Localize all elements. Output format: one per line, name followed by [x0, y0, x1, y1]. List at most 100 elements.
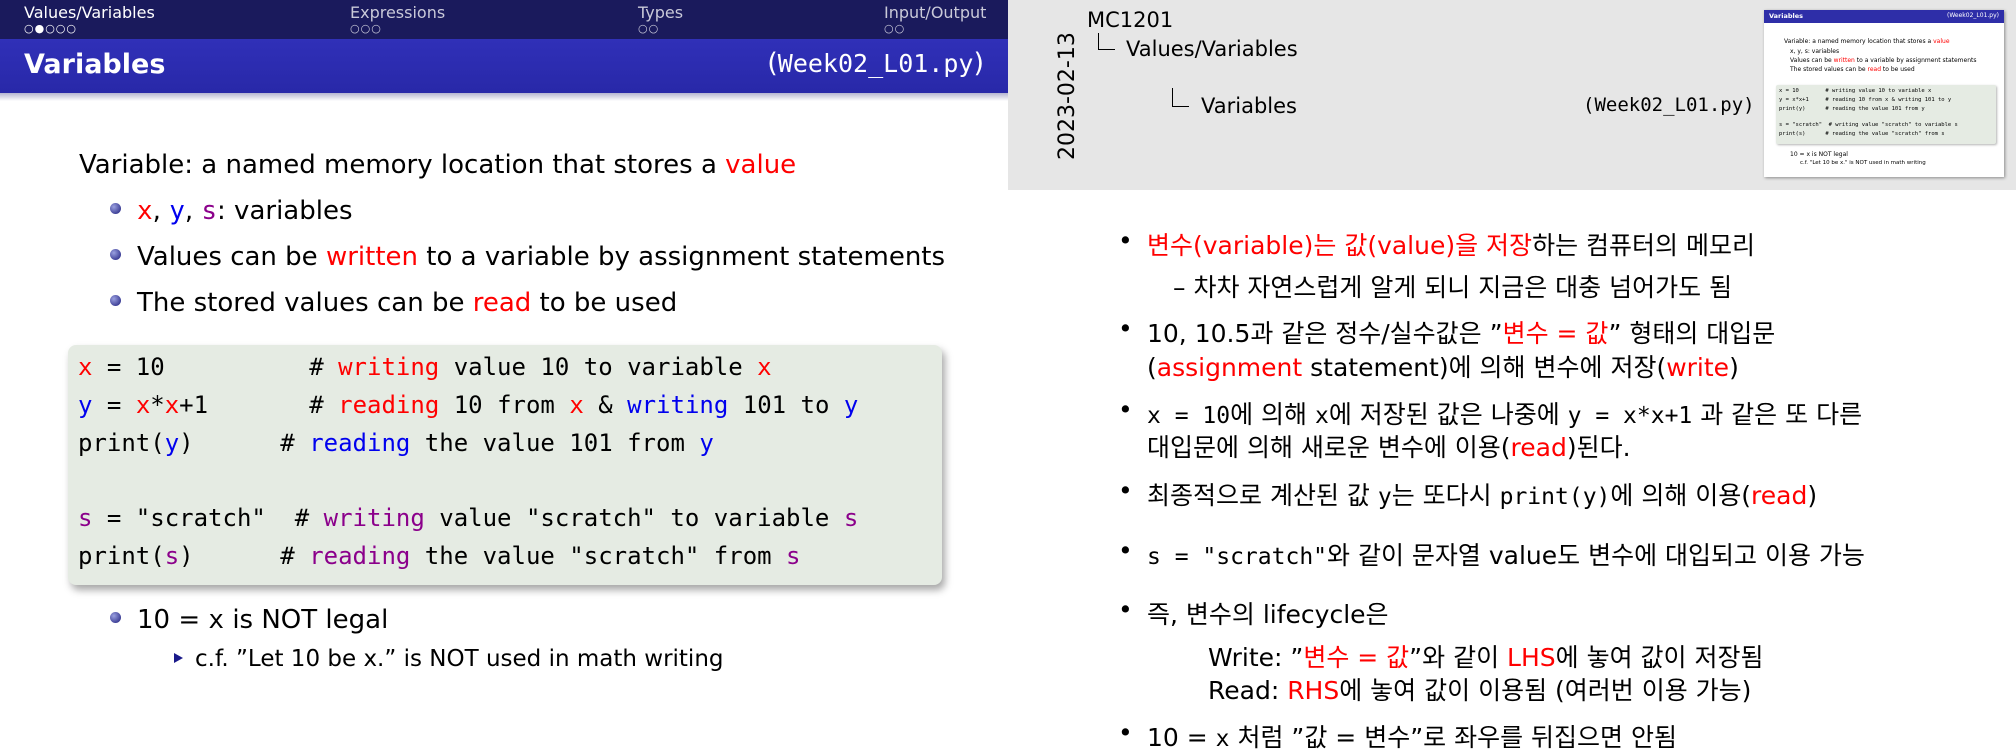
- thumbnail-text: Values can be: [1790, 57, 1834, 64]
- note-1: 변수(variable)는 값(value)을 저장하는 컴퓨터의 메모리: [1147, 226, 1755, 262]
- code-text: &: [583, 391, 628, 419]
- course-code: MC1201: [1087, 8, 1174, 32]
- note-text: 에 의해 이용(: [1610, 481, 1752, 510]
- code-line-1: x = 10 # writing value 10 to variable x: [78, 353, 772, 381]
- code-var: y: [164, 429, 180, 457]
- code-keyword: reading: [309, 542, 411, 570]
- note-text: statement)에 의해 변수에 저장(: [1302, 353, 1667, 382]
- note-7: 10 = x 처럼 ”값 = 변수”로 좌우를 뒤집으면 안됨: [1147, 718, 1677, 754]
- paren-close: ): [973, 48, 984, 79]
- code-var: y: [843, 391, 859, 419]
- nav-section-types[interactable]: Types ○○: [638, 3, 684, 36]
- note-3: x = 10에 의해 x에 저장된 값은 나중에 y = x*x+1 과 같은 …: [1147, 395, 1862, 431]
- thumbnail-highlight: read: [1867, 66, 1881, 73]
- nav-progress-dots: ○○○: [350, 22, 382, 35]
- code-text: *: [150, 391, 165, 419]
- code-text: print(: [78, 542, 165, 570]
- note-text: ): [1729, 353, 1739, 382]
- nav-section-values-variables[interactable]: Values/Variables ○●○○○: [24, 3, 155, 36]
- code-var: s: [843, 504, 859, 532]
- bullet-icon: [110, 612, 121, 623]
- note-text: 에 의해: [1230, 400, 1315, 429]
- code-text: the value 101 from: [410, 429, 700, 457]
- code-text: +1 #: [179, 391, 339, 419]
- triangle-bullet-icon: [174, 652, 183, 663]
- nav-section-label: Types: [638, 3, 684, 22]
- note-code: x: [1315, 403, 1329, 429]
- thumbnail-code-line: x = 10 # writing value 10 to variable x: [1779, 88, 1932, 94]
- note-5: s = "scratch"와 같이 문자열 value도 변수에 대입되고 이용…: [1147, 536, 1865, 572]
- thumbnail-definition: Variable: a named memory location that s…: [1784, 38, 1950, 45]
- note-text: 10 =: [1147, 723, 1216, 752]
- note-text: 에 저장된 값은 나중에: [1328, 400, 1568, 429]
- thumbnail-bullet: x, y, s: variables: [1790, 48, 1840, 55]
- thumbnail-filename: (Week02_L01.py): [1947, 12, 1999, 19]
- date-label: 2023-02-13: [1055, 32, 1080, 160]
- code-block: x = 10 # writing value 10 to variable x …: [68, 345, 942, 585]
- code-var: s: [164, 542, 180, 570]
- code-var: y: [78, 391, 93, 419]
- thumbnail-bullet: Values can be written to a variable by a…: [1790, 57, 1976, 64]
- paren-open: (: [767, 48, 778, 79]
- code-keyword: writing: [323, 504, 425, 532]
- frame-title: Variables: [24, 49, 166, 80]
- bullet-text: to be used: [531, 288, 678, 318]
- note-highlight: RHS: [1287, 676, 1340, 705]
- thumbnail-code-line: s = "scratch" # writing value "scratch" …: [1779, 122, 1958, 128]
- note-code: y: [1377, 484, 1392, 510]
- thumbnail-highlight: written: [1833, 57, 1855, 64]
- nav-progress-dots: ○○: [884, 22, 906, 35]
- notes-page: 2023-02-13 MC1201 Values/Variables Varia…: [1008, 0, 2016, 756]
- note-highlight: assignment: [1156, 353, 1303, 382]
- note-text: 대입문에 의해 새로운 변수에 이용(: [1147, 433, 1511, 462]
- bullet-text: to a variable by assignment statements: [418, 242, 946, 272]
- code-text: ) #: [179, 542, 310, 570]
- code-text: = 10 #: [92, 353, 339, 381]
- code-var: x: [135, 391, 151, 419]
- tree-connector: [1098, 33, 1115, 50]
- code-keyword: writing: [627, 391, 729, 419]
- note-text: 에 놓여 값이 저장됨: [1555, 643, 1764, 672]
- frame-filename: (Week02_L01.py): [767, 48, 984, 79]
- thumbnail-highlight: value: [1933, 38, 1950, 45]
- nav-progress-dots: ○○: [638, 22, 660, 35]
- code-var: y: [699, 429, 714, 457]
- note-text: 와 같이 문자열 value도 변수에 대입되고 이용 가능: [1327, 541, 1865, 570]
- note-highlight: 값(value)을 저장: [1344, 231, 1533, 260]
- thumbnail-title-bar: Variables (Week02_L01.py): [1764, 10, 2004, 23]
- var-x: x: [137, 196, 153, 226]
- note-text: 과 같은 또 다른: [1692, 400, 1863, 429]
- definition-line: Variable: a named memory location that s…: [79, 150, 796, 180]
- slide-thumbnail[interactable]: Variables (Week02_L01.py) Variable: a na…: [1764, 10, 2004, 177]
- code-var: x: [164, 391, 180, 419]
- note-3-cont: 대입문에 의해 새로운 변수에 이용(read)된다.: [1147, 428, 1631, 464]
- code-keyword: reading: [309, 429, 411, 457]
- code-var: x: [569, 391, 584, 419]
- note-4: 최종적으로 계산된 값 y는 또다시 print(y)에 의해 이용(read): [1147, 476, 1817, 512]
- nav-section-input-output[interactable]: Input/Output ○○: [884, 3, 987, 36]
- nav-section-label: Input/Output: [884, 3, 987, 22]
- tree-subsection: Variables: [1201, 94, 1297, 118]
- definition-text: Variable: a named memory location that s…: [79, 150, 726, 180]
- thumbnail-subbullet: c.f. "Let 10 be x." is NOT used in math …: [1800, 160, 1926, 166]
- code-var: x: [78, 353, 93, 381]
- note-code: s = "scratch": [1147, 544, 1328, 570]
- bullet-icon: [110, 203, 121, 214]
- bullet-illegal: 10 = x is NOT legal: [110, 605, 388, 635]
- note-bullet-icon: •: [1118, 395, 1133, 424]
- nav-progress-dots: ○●○○○: [24, 22, 77, 35]
- bullet-icon: [110, 249, 121, 260]
- title-shadow: [0, 93, 1008, 101]
- sub-bullet-note: c.f. ”Let 10 be x.” is NOT used in math …: [174, 646, 724, 672]
- bullet-written: Values can be written to a variable by a…: [110, 242, 945, 272]
- note-bullet-icon: •: [1118, 595, 1133, 624]
- thumbnail-text: Variable: a named memory location that s…: [1784, 38, 1934, 45]
- note-highlight: read: [1510, 433, 1567, 462]
- nav-section-label: Values/Variables: [24, 3, 155, 22]
- bullet-highlight: written: [325, 242, 418, 272]
- nav-section-expressions[interactable]: Expressions ○○○: [350, 4, 445, 36]
- note-bullet-icon: •: [1118, 536, 1133, 565]
- thumbnail-bullet: 10 = x is NOT legal: [1790, 151, 1848, 158]
- note-text: 최종적으로 계산된 값: [1147, 481, 1378, 510]
- note-highlight: 변수 = 값: [1303, 643, 1410, 672]
